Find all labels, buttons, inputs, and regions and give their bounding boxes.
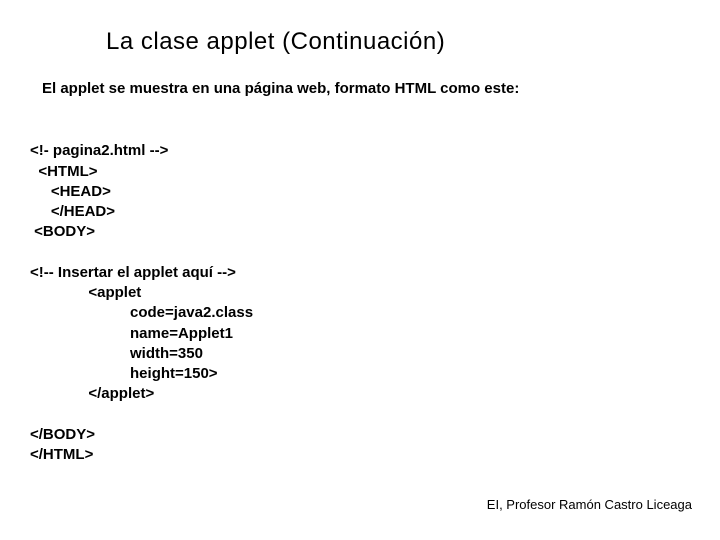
code-line: </BODY> <box>30 426 95 443</box>
code-block: <!- pagina2.html --> <HTML> <HEAD> </HEA… <box>30 121 692 465</box>
code-line: <BODY> <box>30 223 95 240</box>
code-line: <HEAD> <box>30 183 111 200</box>
footer-text: EI, Profesor Ramón Castro Liceaga <box>487 497 692 512</box>
slide: La clase applet (Continuación) El applet… <box>0 0 720 540</box>
code-line: </applet> <box>30 385 154 402</box>
code-line: name=Applet1 <box>30 325 233 342</box>
code-line: code=java2.class <box>30 304 253 321</box>
code-line: height=150> <box>30 365 218 382</box>
code-line: <HTML> <box>30 163 98 180</box>
code-line: <!-- Insertar el applet aquí --> <box>30 264 236 281</box>
code-line: width=350 <box>30 345 203 362</box>
code-line: </HTML> <box>30 446 93 463</box>
code-line: </HEAD> <box>30 203 115 220</box>
slide-title: La clase applet (Continuación) <box>106 28 692 56</box>
code-line: <applet <box>30 284 141 301</box>
code-line: <!- pagina2.html --> <box>30 142 168 159</box>
intro-text: El applet se muestra en una página web, … <box>42 80 692 97</box>
